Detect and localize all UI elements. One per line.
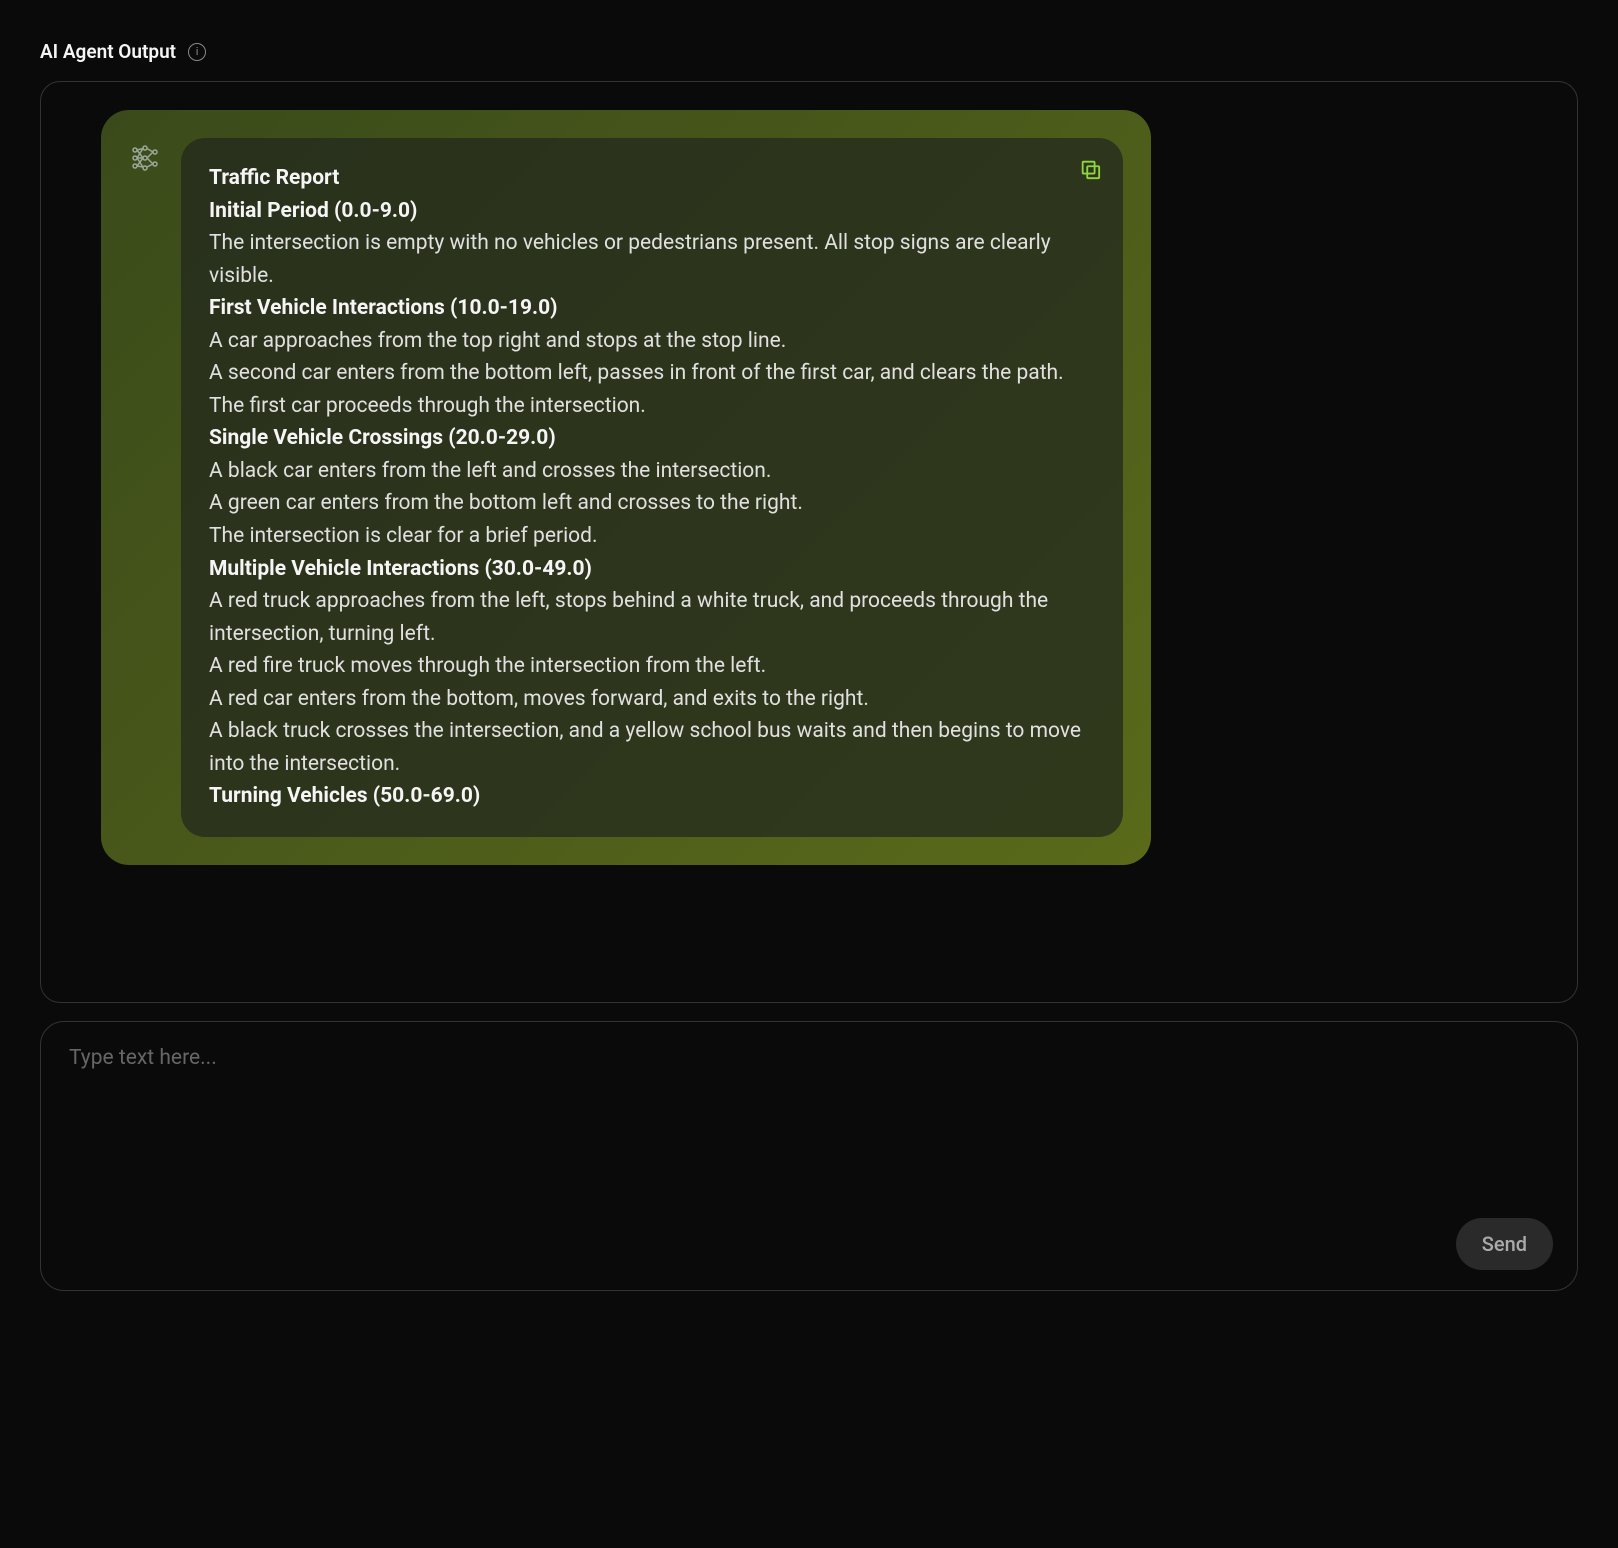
report-section-line: The intersection is empty with no vehicl… [209,227,1095,292]
report-section-line: A black car enters from the left and cro… [209,455,1095,488]
report-section-heading: Turning Vehicles (50.0-69.0) [209,780,1095,813]
report-section-line: A second car enters from the bottom left… [209,357,1095,390]
report-section-line: A green car enters from the bottom left … [209,487,1095,520]
send-button[interactable]: Send [1456,1218,1553,1270]
report-content-box: Traffic ReportInitial Period (0.0-9.0)Th… [181,138,1123,837]
agent-network-icon [129,142,161,174]
report-section-line: A car approaches from the top right and … [209,325,1095,358]
report-section-line: A red fire truck moves through the inter… [209,650,1095,683]
info-icon[interactable]: i [188,43,206,61]
page-title: AI Agent Output [40,40,176,63]
report-section-heading: First Vehicle Interactions (10.0-19.0) [209,292,1095,325]
message-input[interactable] [69,1046,1549,1266]
report-section-line: A red truck approaches from the left, st… [209,585,1095,650]
input-panel: Send [40,1021,1578,1291]
report-section-line: A red car enters from the bottom, moves … [209,683,1095,716]
output-scroll-area[interactable]: Traffic ReportInitial Period (0.0-9.0)Th… [41,82,1577,1002]
agent-message-card: Traffic ReportInitial Period (0.0-9.0)Th… [101,110,1151,865]
output-panel: Traffic ReportInitial Period (0.0-9.0)Th… [40,81,1578,1003]
report-section-heading: Multiple Vehicle Interactions (30.0-49.0… [209,553,1095,586]
report-section-line: The first car proceeds through the inter… [209,390,1095,423]
copy-icon[interactable] [1079,158,1101,180]
header-row: AI Agent Output i [40,40,1578,63]
report-section-line: The intersection is clear for a brief pe… [209,520,1095,553]
report-section-heading: Traffic Report [209,162,1095,195]
report-section-heading: Single Vehicle Crossings (20.0-29.0) [209,422,1095,455]
report-section-heading: Initial Period (0.0-9.0) [209,195,1095,228]
report-section-line: A black truck crosses the intersection, … [209,715,1095,780]
